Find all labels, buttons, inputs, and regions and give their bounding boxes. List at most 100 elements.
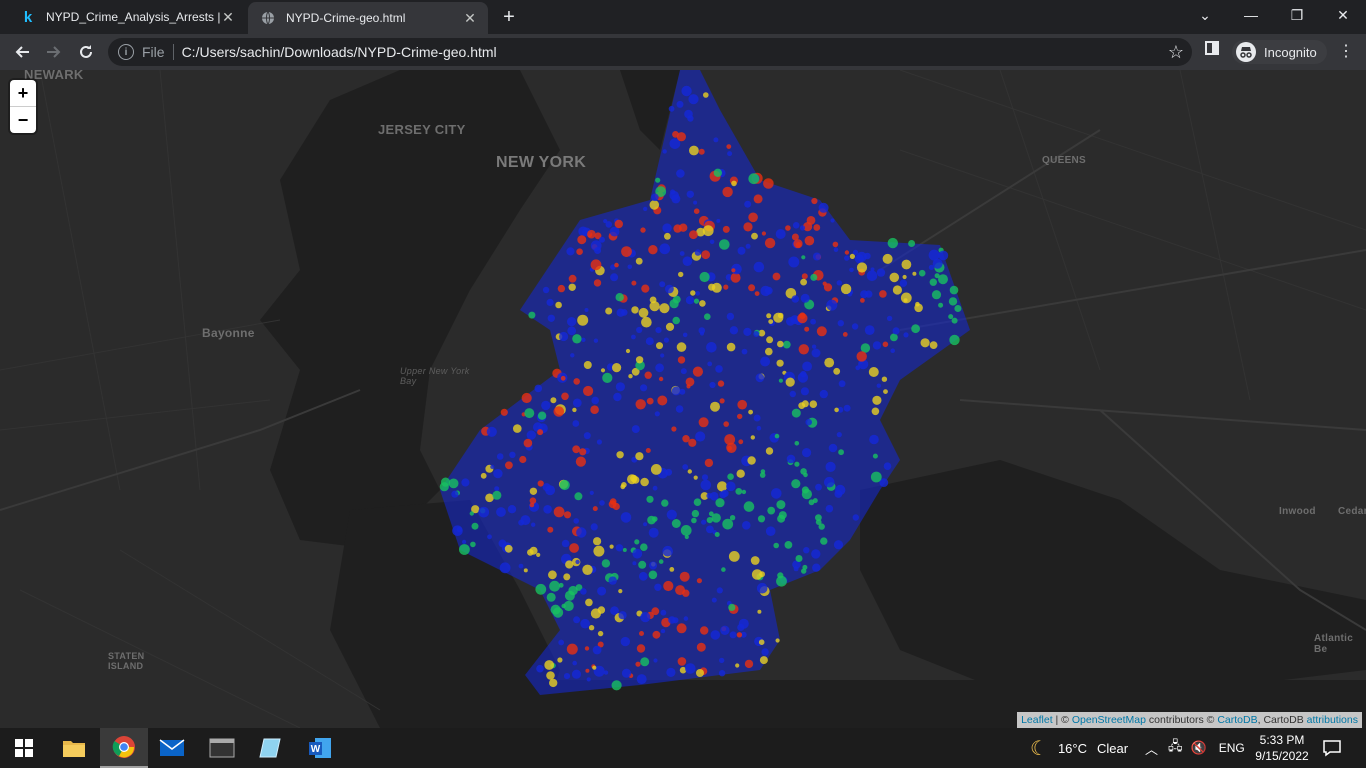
heat-point — [755, 373, 765, 383]
tab-nypd-crime-geo[interactable]: NYPD-Crime-geo.html ✕ — [248, 2, 488, 34]
close-tab-icon[interactable]: ✕ — [462, 10, 478, 26]
heat-point — [547, 526, 554, 533]
incognito-profile-button[interactable]: Incognito — [1232, 40, 1327, 64]
forward-button[interactable] — [40, 38, 68, 66]
heat-point — [635, 661, 641, 667]
heat-point — [810, 273, 818, 281]
close-window-icon[interactable]: ✕ — [1320, 0, 1366, 30]
browser-menu-icon[interactable]: ⋮ — [1336, 40, 1356, 64]
heat-point — [836, 432, 842, 438]
chrome-taskbar-button[interactable] — [100, 728, 148, 768]
osm-link[interactable]: OpenStreetMap — [1072, 714, 1146, 726]
heat-point — [631, 334, 636, 340]
heat-point — [728, 603, 736, 612]
heat-point — [777, 340, 784, 348]
tab-kaggle[interactable]: k NYPD_Crime_Analysis_Arrests | Ka ✕ — [8, 0, 246, 34]
heat-point — [557, 657, 563, 663]
heat-point — [583, 385, 594, 397]
heat-point — [741, 489, 747, 495]
heat-point — [837, 320, 844, 327]
chrome-icon — [112, 736, 135, 758]
heat-point — [544, 660, 555, 670]
network-icon[interactable]: 🖧 — [1168, 737, 1183, 759]
start-button[interactable] — [0, 728, 48, 768]
new-tab-button[interactable]: + — [498, 6, 520, 28]
heat-point — [573, 518, 579, 524]
heat-point — [593, 338, 599, 343]
clock[interactable]: 5:33 PM 9/15/2022 — [1254, 728, 1310, 768]
heat-point — [572, 420, 580, 427]
leaflet-link[interactable]: Leaflet — [1021, 714, 1053, 726]
heat-point — [710, 630, 721, 640]
file-explorer-button[interactable] — [50, 728, 98, 768]
heat-point — [852, 249, 859, 256]
heat-point — [728, 551, 740, 562]
heat-point — [682, 464, 689, 470]
heat-point — [706, 525, 714, 534]
heat-point — [555, 301, 562, 309]
heat-point — [653, 658, 658, 663]
heat-point — [683, 616, 689, 621]
heat-point — [654, 583, 662, 591]
attributions-link[interactable]: attributions — [1307, 714, 1358, 726]
heat-point — [498, 539, 507, 548]
close-tab-icon[interactable]: ✕ — [220, 9, 236, 25]
heat-point — [657, 395, 668, 406]
heat-point — [711, 597, 717, 603]
site-info-icon[interactable]: i — [118, 44, 134, 60]
heat-point — [699, 331, 705, 336]
heat-point — [792, 222, 800, 229]
heat-point — [737, 246, 746, 255]
chevron-up-icon[interactable]: ︿ — [1145, 739, 1158, 758]
mail-button[interactable] — [148, 728, 196, 768]
minimize-icon[interactable]: — — [1228, 0, 1274, 30]
notes-app-button[interactable] — [246, 728, 294, 768]
language-indicator[interactable]: ENG — [1219, 741, 1245, 755]
tab-strip: k NYPD_Crime_Analysis_Arrests | Ka ✕ NYP… — [0, 0, 1366, 34]
heat-point — [800, 370, 807, 378]
heat-point — [832, 241, 839, 248]
word-button[interactable]: W — [296, 728, 344, 768]
restore-icon[interactable]: ❐ — [1274, 0, 1320, 30]
reload-button[interactable] — [72, 38, 100, 66]
cartodb-link[interactable]: CartoDB — [1217, 714, 1257, 726]
map-viewport[interactable]: NEWARK JERSEY CITY NEW YORK QUEENS Bayon… — [0, 70, 1366, 728]
zoom-out-button[interactable]: − — [10, 107, 36, 133]
bookmark-star-icon[interactable]: ☆ — [1168, 42, 1184, 63]
url-text[interactable]: C:/Users/sachin/Downloads/NYPD-Crime-geo… — [182, 44, 497, 60]
heat-point — [761, 231, 767, 236]
weather-widget[interactable]: ☾ 16°C Clear — [1030, 728, 1128, 768]
heat-point — [696, 669, 704, 677]
heat-point — [529, 502, 535, 508]
back-button[interactable] — [8, 38, 36, 66]
heat-point — [794, 441, 800, 446]
heat-point — [652, 485, 658, 491]
volume-muted-icon[interactable]: 🔇 — [1191, 740, 1207, 756]
heat-point — [695, 431, 706, 442]
windows-logo-icon — [15, 739, 33, 757]
heat-point — [833, 540, 844, 550]
heat-point — [731, 268, 736, 273]
notifications-button[interactable] — [1322, 728, 1342, 768]
globe-icon — [260, 10, 276, 26]
heat-point — [882, 341, 889, 348]
heat-point — [708, 511, 714, 517]
heat-point — [750, 435, 755, 440]
terminal-button[interactable] — [198, 728, 246, 768]
heat-point — [715, 365, 723, 373]
heat-point — [656, 342, 663, 350]
heat-point — [801, 255, 806, 260]
tab-search-icon[interactable]: ⌄ — [1182, 0, 1228, 30]
zoom-in-button[interactable]: + — [10, 80, 36, 107]
heat-point — [537, 411, 547, 420]
heat-point — [565, 560, 574, 569]
heat-point — [635, 452, 644, 461]
heat-point — [663, 337, 670, 343]
heat-point — [666, 667, 676, 678]
side-panel-icon[interactable] — [1205, 41, 1219, 55]
address-bar[interactable]: i File C:/Users/sachin/Downloads/NYPD-Cr… — [108, 38, 1192, 66]
heat-point — [799, 225, 806, 231]
heat-point — [794, 461, 800, 467]
heat-point — [621, 309, 628, 316]
heat-point — [765, 447, 774, 455]
